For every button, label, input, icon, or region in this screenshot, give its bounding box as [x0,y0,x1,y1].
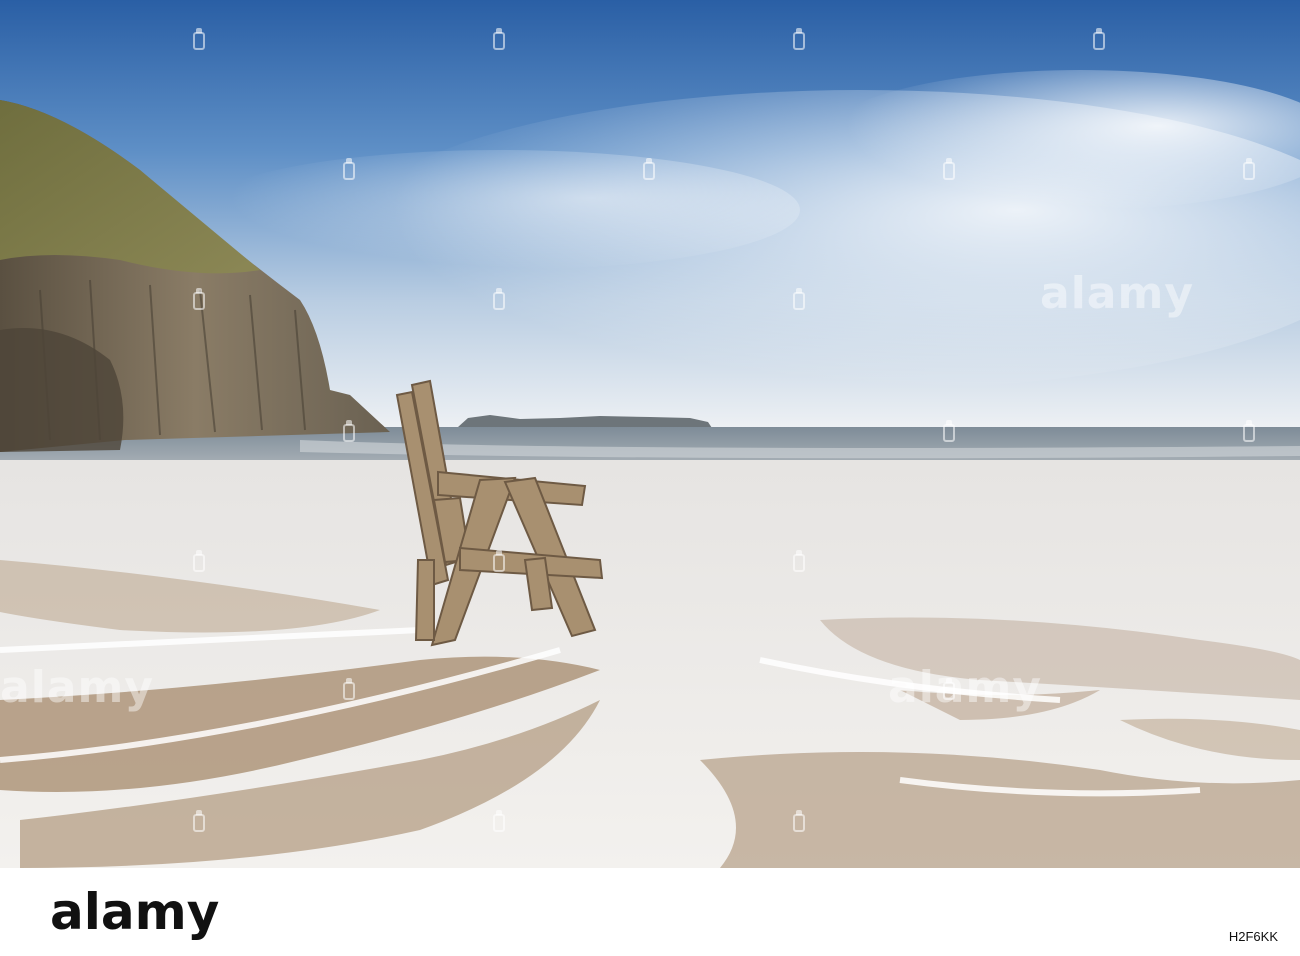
watermark-camera-icon [792,810,806,834]
watermark-camera-icon [792,550,806,574]
watermark-camera-icon [192,550,206,574]
watermark-camera-icon [792,28,806,52]
image-id: H2F6KK [1228,929,1278,944]
watermark-camera-icon [342,420,356,444]
watermark-camera-icon [942,420,956,444]
watermark-camera-icon [342,158,356,182]
watermark-camera-icon [1092,28,1106,52]
alamy-logo: alamy [50,883,220,941]
watermark-camera-icon [192,28,206,52]
watermark-camera-icon [942,158,956,182]
watermark-camera-icon [342,678,356,702]
stock-photo: alamy alamy alamy [0,0,1300,868]
watermark-camera-icon [1242,158,1256,182]
watermark-camera-icon [642,158,656,182]
watermark-camera-icon [492,28,506,52]
watermark-camera-icon [792,288,806,312]
watermark-text: alamy [0,662,154,713]
watermark-camera-icon [492,550,506,574]
beach-scene [0,0,1300,868]
watermark-camera-icon [192,288,206,312]
watermark-camera-icon [492,288,506,312]
watermark-text: alamy [1040,268,1194,319]
cloud [200,150,800,270]
watermark-camera-icon [192,810,206,834]
watermark-camera-icon [492,810,506,834]
watermark-camera-icon [1242,420,1256,444]
watermark-text: alamy [888,662,1042,713]
